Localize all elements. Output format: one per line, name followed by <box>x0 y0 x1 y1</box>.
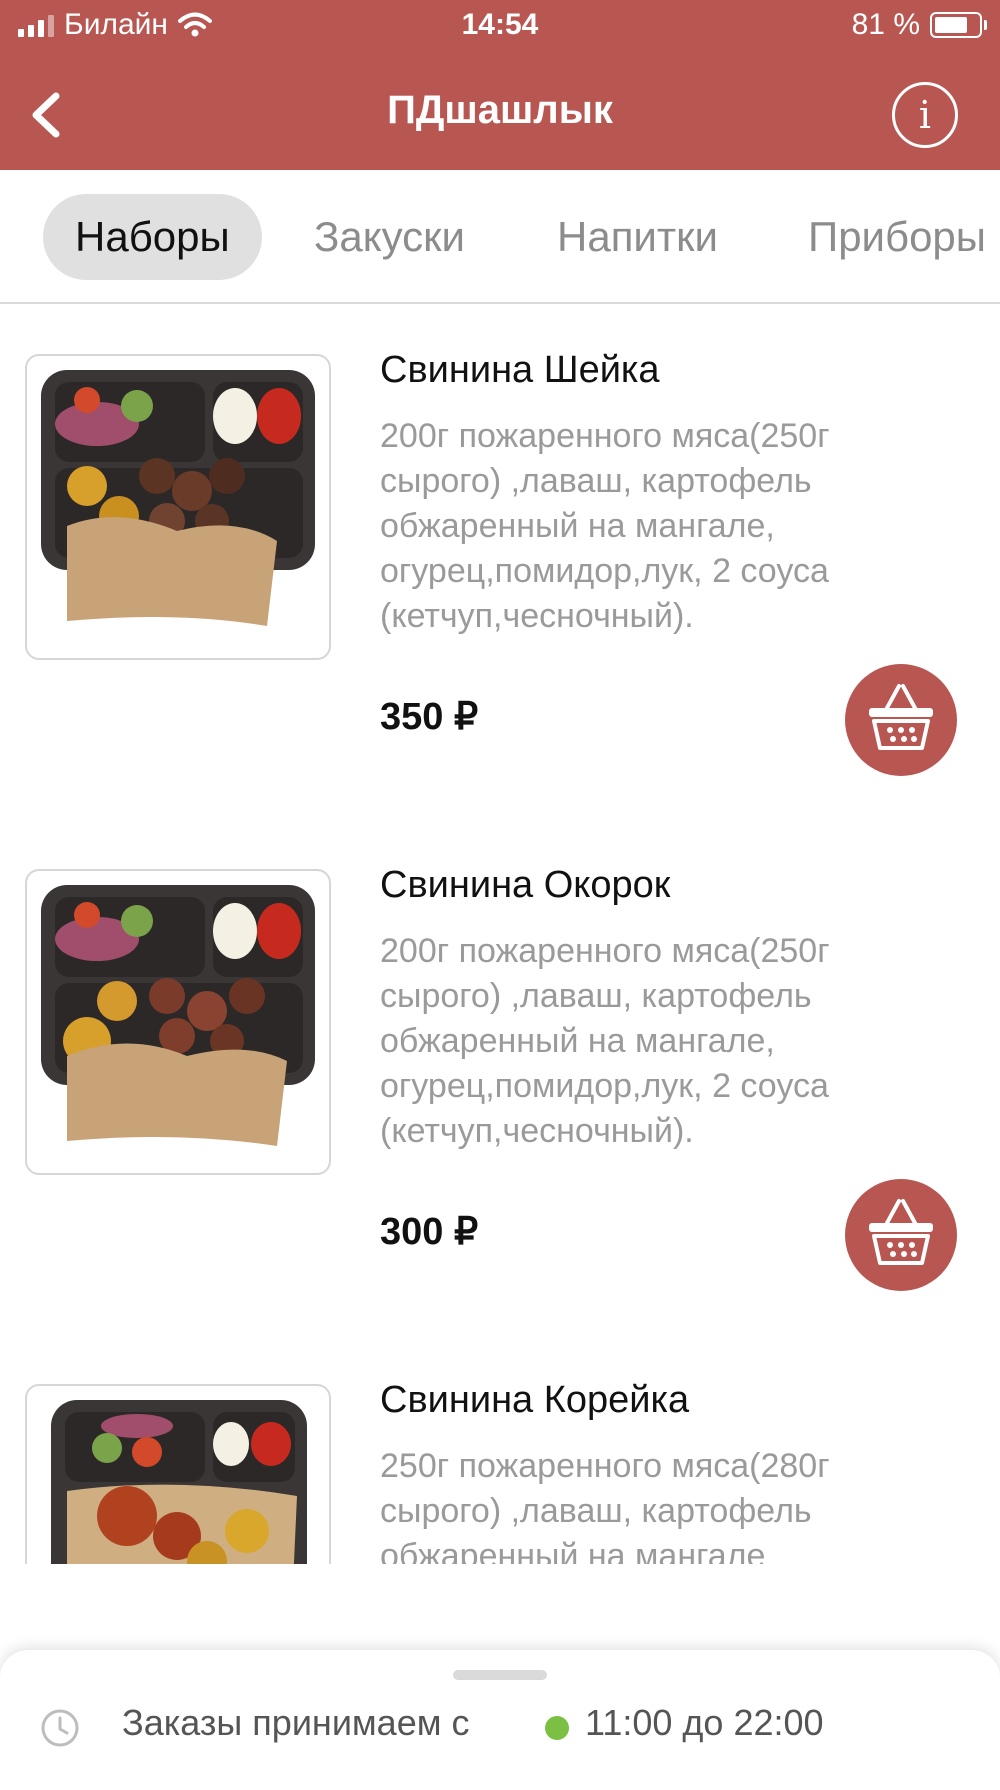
product-card[interactable]: Свинина Корейка 250г пожаренного мяса(28… <box>0 1334 1000 1564</box>
tab-drinks[interactable]: Напитки <box>557 194 718 280</box>
battery-icon <box>930 12 987 38</box>
status-bar: Билайн 14:54 81 % <box>0 0 1000 58</box>
tab-cutlery[interactable]: Приборы <box>808 194 986 280</box>
product-image <box>25 354 331 660</box>
info-icon: i <box>918 93 932 137</box>
product-image <box>25 869 331 1175</box>
order-hours-value: 11:00 до 22:00 <box>585 1702 824 1743</box>
app-bar: ПДшашлык i <box>0 58 1000 170</box>
product-description: 200г пожаренного мяса(250г сырого) ,лава… <box>380 417 830 635</box>
battery-percent: 81 % <box>851 8 920 41</box>
clock-icon <box>41 1709 79 1747</box>
product-name: Свинина Окорок <box>380 864 671 906</box>
product-name: Свинина Шейка <box>380 349 660 391</box>
add-to-cart-button[interactable] <box>845 1179 957 1291</box>
product-description: 250г пожаренного мяса(280г сырого) ,лава… <box>380 1447 830 1564</box>
order-hours-sheet[interactable]: Заказы принимаем с 11:00 до 22:00 <box>0 1650 1000 1790</box>
tab-sets[interactable]: Наборы <box>43 194 262 280</box>
basket-icon <box>869 684 933 750</box>
page-title: ПДшашлык <box>387 88 613 132</box>
open-status-dot <box>545 1716 569 1740</box>
product-image <box>25 1384 331 1564</box>
status-right: 81 % <box>851 8 987 42</box>
product-list: Свинина Шейка 200г пожаренного мяса(250г… <box>0 304 1000 1564</box>
basket-icon <box>869 1199 933 1265</box>
tab-snacks[interactable]: Закуски <box>314 194 465 280</box>
info-button[interactable]: i <box>892 82 958 148</box>
product-price: 350 ₽ <box>380 696 479 738</box>
product-description: 200г пожаренного мяса(250г сырого) ,лава… <box>380 932 830 1150</box>
add-to-cart-button[interactable] <box>845 664 957 776</box>
product-card[interactable]: Свинина Окорок 200г пожаренного мяса(250… <box>0 819 1000 1334</box>
order-hours-label: Заказы принимаем с <box>122 1702 470 1743</box>
sheet-handle[interactable] <box>453 1670 547 1680</box>
category-tabs: Наборы Закуски Напитки Приборы <box>0 170 1000 304</box>
product-name: Свинина Корейка <box>380 1379 690 1421</box>
product-card[interactable]: Свинина Шейка 200г пожаренного мяса(250г… <box>0 304 1000 819</box>
product-price: 300 ₽ <box>380 1211 479 1253</box>
status-time: 14:54 <box>461 8 539 41</box>
